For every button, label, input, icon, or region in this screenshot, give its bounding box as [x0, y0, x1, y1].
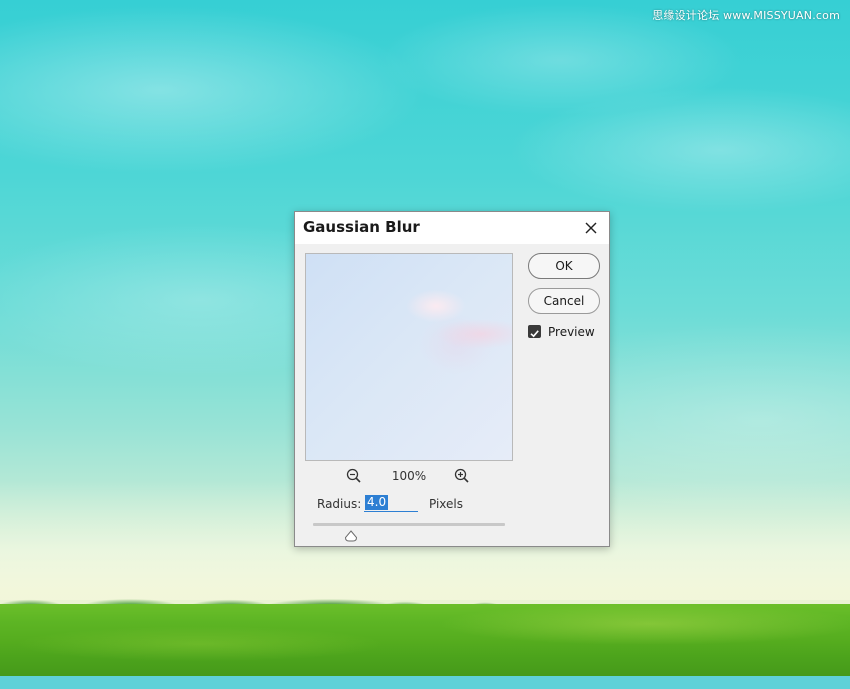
checkmark-icon [530, 330, 539, 338]
zoom-in-button[interactable] [453, 467, 471, 485]
radius-label: Radius: [317, 497, 362, 511]
watermark-text: 思缘设计论坛 www.MISSYUAN.com [652, 9, 840, 22]
close-icon [585, 222, 597, 234]
slider-thumb-icon [345, 530, 358, 542]
radius-slider-track[interactable] [313, 523, 505, 526]
units-label: Pixels [429, 497, 464, 511]
zoom-controls: 100% [305, 467, 513, 487]
grass-highlight [0, 604, 850, 676]
gaussian-blur-dialog: Gaussian Blur 100% Radius: 4.0 Pixels OK… [294, 211, 610, 547]
zoom-in-icon [454, 468, 469, 483]
dialog-titlebar[interactable]: Gaussian Blur [295, 212, 609, 244]
close-button[interactable] [581, 218, 601, 238]
preview-checkbox[interactable] [528, 325, 541, 338]
radius-input[interactable]: 4.0 [364, 494, 418, 512]
bottom-strip [0, 676, 850, 689]
cancel-button[interactable]: Cancel [528, 288, 600, 314]
blur-preview[interactable] [305, 253, 513, 461]
ok-button[interactable]: OK [528, 253, 600, 279]
dialog-title: Gaussian Blur [303, 218, 420, 236]
zoom-level: 100% [391, 469, 427, 483]
radius-slider-thumb[interactable] [344, 527, 358, 542]
preview-label: Preview [548, 325, 595, 339]
radius-value: 4.0 [365, 495, 389, 510]
